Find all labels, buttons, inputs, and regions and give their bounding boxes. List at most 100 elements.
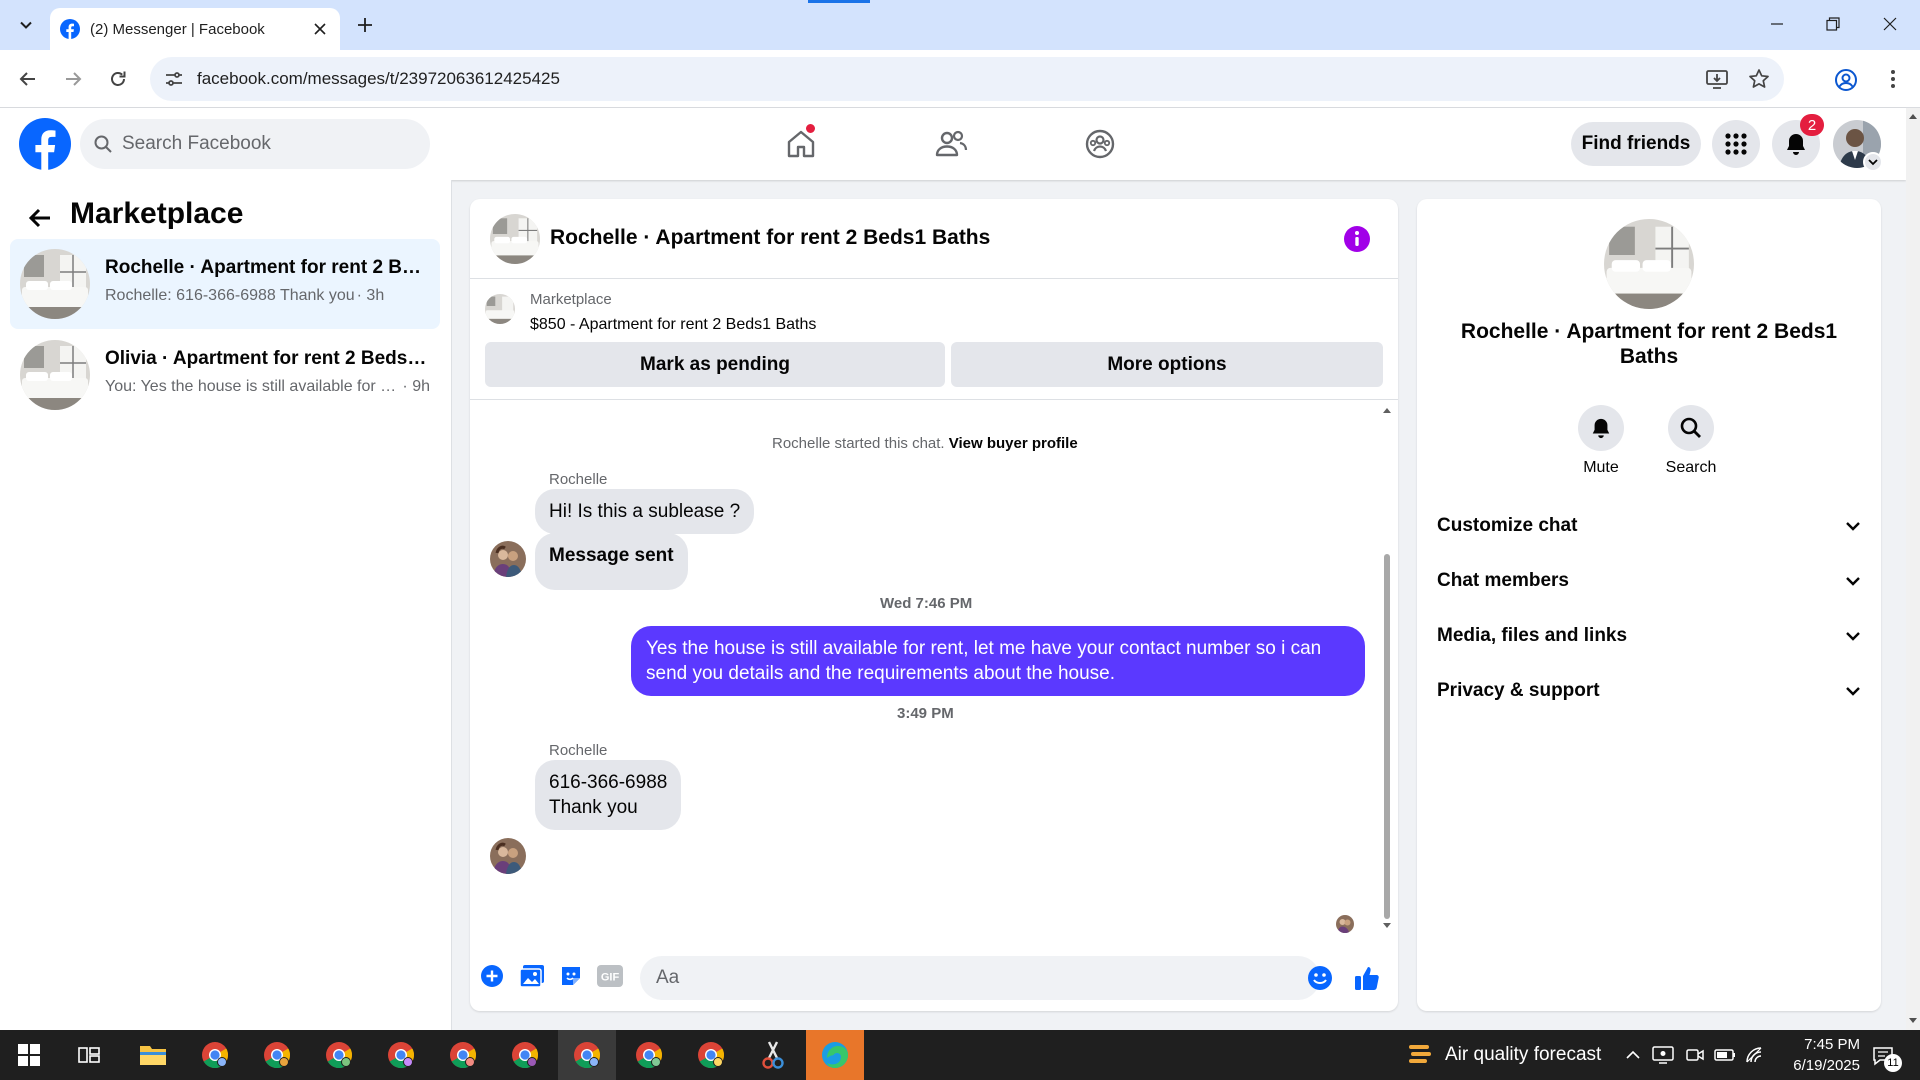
- apartment-photo-icon: [490, 214, 540, 264]
- outgoing-message[interactable]: Yes the house is still available for ren…: [631, 626, 1365, 696]
- search-in-conversation-button[interactable]: Search: [1651, 405, 1731, 477]
- incoming-message[interactable]: 616-366-6988 Thank you: [535, 760, 682, 830]
- gif-button[interactable]: GIF: [595, 961, 625, 991]
- restore-button[interactable]: [1815, 10, 1851, 38]
- facebook-logo-icon[interactable]: [19, 118, 71, 170]
- smiley-icon: [1308, 966, 1332, 990]
- new-tab-button[interactable]: [352, 12, 378, 38]
- taskbar-chrome[interactable]: [310, 1030, 368, 1080]
- notification-center-button[interactable]: 11: [1868, 1042, 1902, 1072]
- conversation-name: Olivia · Apartment for rent 2 Beds1 Bath…: [105, 348, 430, 369]
- conversation-item-rochelle[interactable]: Rochelle · Apartment for rent 2 Beds1 Ba…: [10, 239, 440, 329]
- send-like-button[interactable]: [1350, 961, 1384, 995]
- tab-title: (2) Messenger | Facebook: [90, 20, 265, 38]
- show-hidden-icons-button[interactable]: [1620, 1042, 1646, 1068]
- tab-close-button[interactable]: [310, 19, 330, 39]
- edge-icon: [822, 1042, 848, 1068]
- apartment-photo-icon: [485, 294, 515, 324]
- sender-avatar[interactable]: [490, 541, 526, 577]
- taskbar-file-explorer[interactable]: [124, 1030, 182, 1080]
- page-scrollbar[interactable]: [1906, 108, 1920, 1030]
- back-to-chats-button[interactable]: [22, 200, 58, 236]
- start-button[interactable]: [0, 1030, 58, 1080]
- facebook-search-box[interactable]: Search Facebook: [80, 119, 430, 169]
- tray-battery-icon[interactable]: [1712, 1042, 1738, 1068]
- taskbar-chrome[interactable]: [620, 1030, 678, 1080]
- clock-time: 7:45 PM: [1804, 1036, 1860, 1053]
- emoji-button[interactable]: [1305, 963, 1335, 993]
- taskbar-edge[interactable]: [806, 1030, 864, 1080]
- install-app-button[interactable]: [1700, 62, 1734, 96]
- chat-title[interactable]: Rochelle · Apartment for rent 2 Beds1 Ba…: [550, 226, 990, 250]
- privacy-support-section[interactable]: Privacy & support: [1437, 667, 1861, 715]
- incoming-message[interactable]: Hi! Is this a sublease ?: [535, 489, 755, 534]
- taskbar-snipping-tool[interactable]: [744, 1030, 802, 1080]
- reload-button[interactable]: [103, 64, 133, 94]
- more-actions-button[interactable]: [477, 961, 507, 991]
- find-friends-button[interactable]: Find friends: [1571, 122, 1701, 166]
- taskbar-chrome[interactable]: [372, 1030, 430, 1080]
- site-info-button[interactable]: [154, 59, 194, 99]
- browser-profile-button[interactable]: [1830, 64, 1862, 96]
- incoming-message[interactable]: Message sent: [535, 533, 688, 590]
- browser-tab-messenger[interactable]: (2) Messenger | Facebook: [50, 8, 340, 50]
- conversation-info-panel: Rochelle · Apartment for rent 2 Beds1 Ba…: [1417, 199, 1881, 1011]
- arrow-left-icon: [19, 72, 35, 86]
- tray-meet-icon[interactable]: [1682, 1042, 1708, 1068]
- chat-scrollbar[interactable]: [1380, 404, 1394, 934]
- taskbar-clock[interactable]: 7:45 PM 6/19/2025: [1750, 1034, 1860, 1076]
- info-icon: [1344, 226, 1370, 252]
- attach-photo-button[interactable]: [517, 961, 547, 991]
- view-buyer-profile-link[interactable]: View buyer profile: [949, 435, 1078, 452]
- listing-thumbnail[interactable]: [485, 294, 515, 324]
- seen-by-avatar: [1336, 915, 1354, 933]
- facebook-header: Search Facebook Find friends 2: [0, 108, 1906, 180]
- conversation-info-button[interactable]: [1342, 224, 1372, 254]
- weather-widget[interactable]: Air quality forecast: [1407, 1030, 1601, 1080]
- nav-home[interactable]: [766, 118, 836, 170]
- tray-display-icon[interactable]: [1650, 1042, 1676, 1068]
- nav-groups[interactable]: [1065, 118, 1135, 170]
- taskbar-chrome[interactable]: [434, 1030, 492, 1080]
- listing-thumbnail: [20, 340, 90, 410]
- taskbar-chrome[interactable]: [186, 1030, 244, 1080]
- more-options-button[interactable]: More options: [951, 342, 1383, 387]
- tab-search-button[interactable]: [11, 10, 41, 40]
- conversation-item-olivia[interactable]: Olivia · Apartment for rent 2 Beds1 Bath…: [10, 330, 440, 420]
- message-input[interactable]: [640, 956, 1320, 1000]
- sticker-button[interactable]: [556, 961, 586, 991]
- taskbar-chrome-active[interactable]: [558, 1030, 616, 1080]
- arrow-right-icon: [66, 72, 82, 86]
- sender-avatar[interactable]: [490, 838, 526, 874]
- customize-chat-section[interactable]: Customize chat: [1437, 502, 1861, 550]
- window-close-button[interactable]: [1872, 10, 1908, 38]
- taskbar-chrome[interactable]: [248, 1030, 306, 1080]
- back-button[interactable]: [13, 64, 43, 94]
- task-view-button[interactable]: [60, 1030, 118, 1080]
- mute-button[interactable]: Mute: [1561, 405, 1641, 477]
- account-menu-caret[interactable]: [1863, 152, 1883, 172]
- listing-thumbnail: [20, 249, 90, 319]
- taskbar-chrome[interactable]: [682, 1030, 740, 1080]
- nav-friends[interactable]: [916, 118, 986, 170]
- url-text[interactable]: facebook.com/messages/t/2397206361242542…: [197, 69, 1700, 89]
- listing-source: Marketplace: [530, 291, 612, 308]
- folder-icon: [140, 1046, 166, 1065]
- conversation-time: · 9h: [402, 378, 430, 395]
- menu-button[interactable]: [1712, 120, 1760, 168]
- taskbar-chrome[interactable]: [496, 1030, 554, 1080]
- notification-badge: 2: [1800, 114, 1824, 136]
- chat-members-section[interactable]: Chat members: [1437, 557, 1861, 605]
- notifications-button[interactable]: 2: [1772, 114, 1824, 168]
- address-bar[interactable]: facebook.com/messages/t/2397206361242542…: [150, 57, 1784, 101]
- message-timestamp: Wed 7:46 PM: [880, 595, 973, 612]
- chrome-icon: [264, 1042, 291, 1069]
- minimize-button[interactable]: [1759, 10, 1795, 38]
- media-files-links-section[interactable]: Media, files and links: [1437, 612, 1861, 660]
- bookmark-button[interactable]: [1742, 62, 1776, 96]
- mark-as-pending-button[interactable]: Mark as pending: [485, 342, 945, 387]
- listing-title[interactable]: $850 - Apartment for rent 2 Beds1 Baths: [530, 316, 816, 334]
- forward-button[interactable]: [58, 64, 88, 94]
- browser-menu-button[interactable]: [1878, 64, 1908, 94]
- chat-avatar[interactable]: [490, 214, 540, 264]
